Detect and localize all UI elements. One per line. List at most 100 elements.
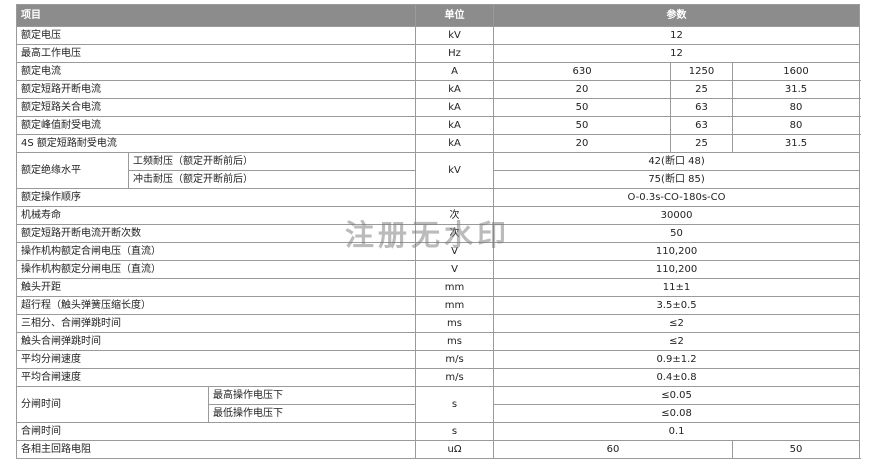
row-label: 额定绝缘水平 [16, 152, 129, 189]
table-row: 4S 额定短路耐受电流 kA 20 25 31.5 [15, 134, 861, 153]
row-value: 30000 [493, 206, 861, 225]
table-row: 触头开距 mm 11±1 [15, 278, 861, 297]
row-unit: mm [415, 296, 495, 315]
row-label: 最高工作电压 [15, 44, 417, 63]
row-unit: kA [415, 116, 495, 135]
sub-label: 最高操作电压下 [207, 386, 417, 405]
row-value: 63 [670, 98, 734, 117]
row-unit: V [415, 260, 495, 279]
table-row: 平均合闸速度 m/s 0.4±0.8 [15, 368, 861, 387]
table-row: 触头合闸弹跳时间 ms ≤2 [15, 332, 861, 351]
header-item: 项目 [15, 4, 417, 27]
table-row: 额定短路关合电流 kA 50 63 80 [15, 98, 861, 117]
row-unit: m/s [415, 350, 495, 369]
row-value: 12 [493, 26, 861, 45]
row-value: O-0.3s-CO-180s-CO [493, 188, 861, 207]
table-row: 操作机构额定分闸电压（直流） V 110,200 [15, 260, 861, 279]
row-value: 3.5±0.5 [493, 296, 861, 315]
row-value: 50 [493, 116, 672, 135]
sub-label: 冲击耐压（额定开断前后） [127, 170, 417, 189]
watermark: 注册无水印 [345, 218, 511, 252]
row-unit: s [415, 422, 495, 441]
row-value: 12 [493, 44, 861, 63]
table-row: 超行程（触头弹簧压缩长度） mm 3.5±0.5 [15, 296, 861, 315]
row-label: 分闸时间 [16, 386, 209, 423]
row-label: 三相分、合闸弹跳时间 [15, 314, 417, 333]
row-value: 50 [493, 224, 861, 243]
row-value: ≤2 [493, 332, 861, 351]
row-unit: s [415, 386, 495, 423]
row-unit: kA [415, 134, 495, 153]
row-value: 75(断口 85) [493, 170, 861, 189]
sub-label: 最低操作电压下 [207, 404, 417, 423]
sub-label: 工频耐压（额定开断前后） [127, 152, 417, 171]
row-value: 80 [732, 98, 861, 117]
table-row: 平均分闸速度 m/s 0.9±1.2 [15, 350, 861, 369]
row-value: 11±1 [493, 278, 861, 297]
table-row: 额定短路开断电流 kA 20 25 31.5 [15, 80, 861, 99]
row-value: 80 [732, 116, 861, 135]
table-row: 三相分、合闸弹跳时间 ms ≤2 [15, 314, 861, 333]
row-label: 超行程（触头弹簧压缩长度） [15, 296, 417, 315]
row-unit: kA [415, 98, 495, 117]
row-unit: A [415, 62, 495, 81]
row-label: 触头开距 [15, 278, 417, 297]
row-label: 4S 额定短路耐受电流 [15, 134, 417, 153]
row-value: 1600 [732, 62, 861, 81]
row-label: 额定电流 [15, 62, 417, 81]
table-row: 最高工作电压 Hz 12 [15, 44, 861, 63]
row-value: 20 [493, 80, 672, 99]
row-value: 31.5 [732, 134, 861, 153]
row-value: 0.9±1.2 [493, 350, 861, 369]
row-unit: Hz [415, 44, 495, 63]
row-value: 1250 [670, 62, 734, 81]
row-label: 操作机构额定分闸电压（直流） [15, 260, 417, 279]
row-unit: kV [415, 152, 495, 189]
row-value: 110,200 [493, 260, 861, 279]
row-value: 31.5 [732, 80, 861, 99]
table-row: 额定电流 A 630 1250 1600 [15, 62, 861, 81]
header-unit: 单位 [415, 4, 495, 27]
row-label: 额定操作顺序 [15, 188, 417, 207]
row-value: 20 [493, 134, 672, 153]
row-value: 0.1 [493, 422, 861, 441]
row-value: 630 [493, 62, 672, 81]
table-row: 分闸时间 最高操作电压下 s ≤0.05 [16, 386, 861, 423]
table-row: 额定操作顺序 O-0.3s-CO-180s-CO [15, 188, 861, 207]
row-value: ≤2 [493, 314, 861, 333]
row-unit: kA [415, 80, 495, 99]
row-value: 0.4±0.8 [493, 368, 861, 387]
row-label: 各相主回路电阻 [15, 440, 417, 459]
table-row: 额定峰值耐受电流 kA 50 63 80 [15, 116, 861, 135]
row-label: 额定电压 [15, 26, 417, 45]
row-value: 60 [493, 440, 734, 459]
table-row: 合闸时间 s 0.1 [15, 422, 861, 441]
row-value: 50 [493, 98, 672, 117]
table-header-row: 项目 单位 参数 [15, 4, 861, 27]
row-unit: ms [415, 332, 495, 351]
row-label: 额定峰值耐受电流 [15, 116, 417, 135]
row-label: 额定短路关合电流 [15, 98, 417, 117]
row-unit [415, 188, 495, 207]
row-unit: m/s [415, 368, 495, 387]
table-row: 各相主回路电阻 uΩ 60 50 [15, 440, 861, 459]
row-label: 额定短路开断电流 [15, 80, 417, 99]
table-row: 额定绝缘水平 工频耐压（额定开断前后） kV 42(断口 48) [16, 152, 861, 189]
row-value: 42(断口 48) [493, 152, 861, 171]
row-unit: mm [415, 278, 495, 297]
table-row: 额定电压 kV 12 [15, 26, 861, 45]
row-value: 50 [732, 440, 861, 459]
row-unit: kV [415, 26, 495, 45]
row-value: 63 [670, 116, 734, 135]
row-value: 25 [670, 80, 734, 99]
row-value: ≤0.08 [493, 404, 861, 423]
row-label: 平均合闸速度 [15, 368, 417, 387]
row-value: 25 [670, 134, 734, 153]
row-value: ≤0.05 [493, 386, 861, 405]
row-label: 合闸时间 [15, 422, 417, 441]
row-label: 平均分闸速度 [15, 350, 417, 369]
row-unit: uΩ [415, 440, 495, 459]
row-unit: ms [415, 314, 495, 333]
header-param: 参数 [493, 4, 861, 27]
row-label: 触头合闸弹跳时间 [15, 332, 417, 351]
